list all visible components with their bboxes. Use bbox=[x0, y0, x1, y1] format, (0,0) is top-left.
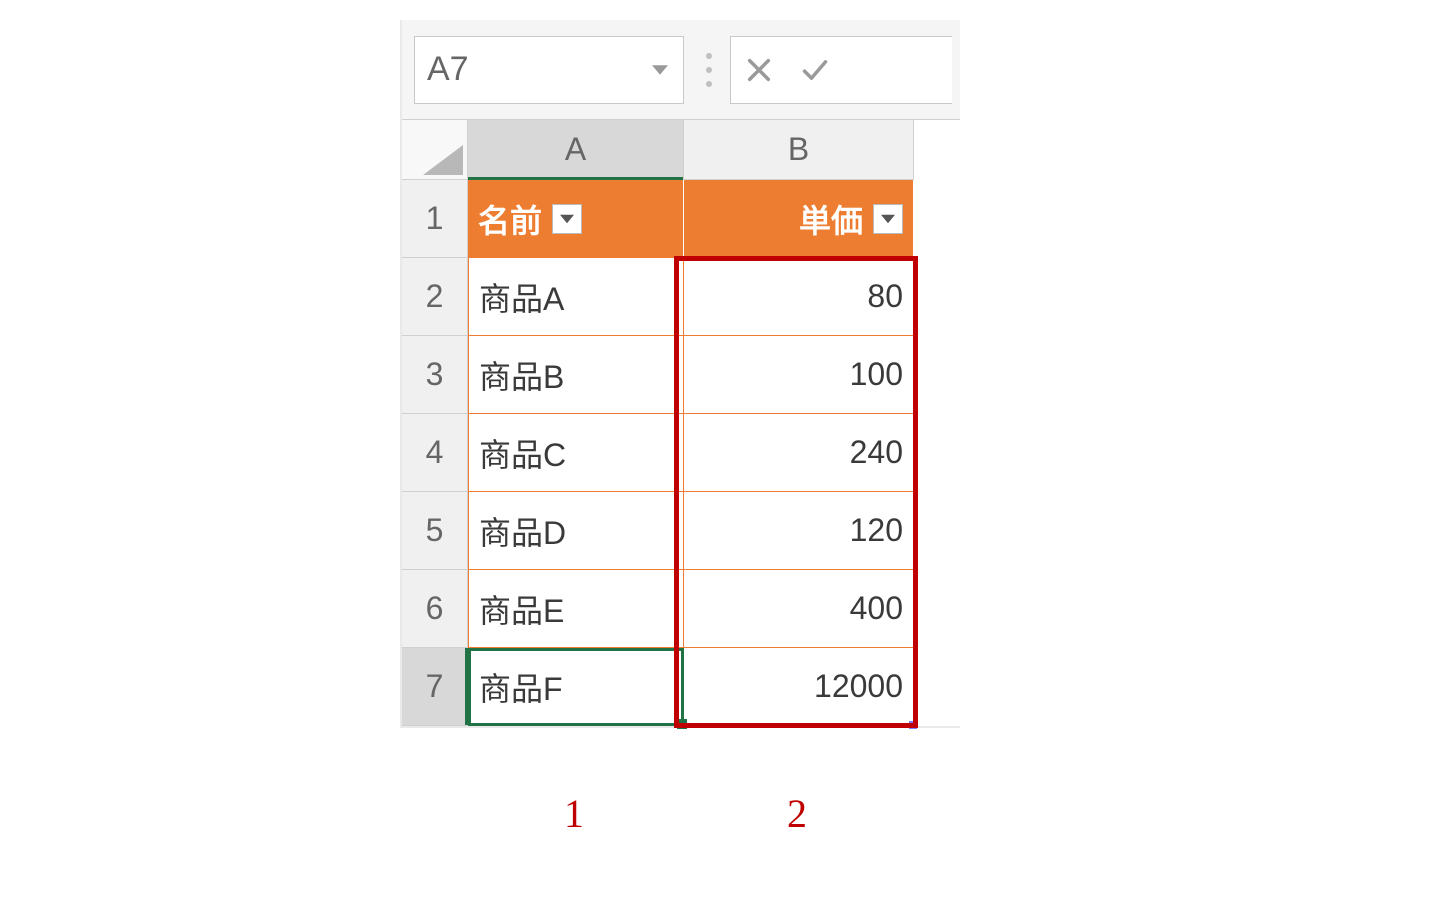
annotation-number-1: 1 bbox=[466, 790, 682, 837]
cell-A3[interactable]: 商品B bbox=[468, 336, 684, 414]
chevron-down-icon[interactable] bbox=[637, 62, 683, 78]
cell-A5[interactable]: 商品D bbox=[468, 492, 684, 570]
row-header-7[interactable]: 7 bbox=[402, 648, 468, 726]
filter-dropdown-icon[interactable] bbox=[873, 204, 903, 234]
cell-A2[interactable]: 商品A bbox=[468, 258, 684, 336]
cell-B6[interactable]: 400 bbox=[684, 570, 914, 648]
cancel-formula-button[interactable] bbox=[731, 36, 787, 104]
formula-bar-grip bbox=[706, 53, 712, 87]
row-header-6[interactable]: 6 bbox=[402, 570, 468, 648]
cell-A4[interactable]: 商品C bbox=[468, 414, 684, 492]
cell-B2[interactable]: 80 bbox=[684, 258, 914, 336]
annotation-number-2: 2 bbox=[682, 790, 912, 837]
name-box-value: A7 bbox=[415, 50, 637, 89]
cell-A7[interactable]: 商品F bbox=[468, 648, 684, 726]
table-header-name-label: 名前 bbox=[478, 196, 542, 242]
column-header-B[interactable]: B bbox=[684, 120, 914, 180]
filter-dropdown-icon[interactable] bbox=[552, 204, 582, 234]
table-header-price[interactable]: 単価 bbox=[684, 180, 914, 258]
table-header-name[interactable]: 名前 bbox=[468, 180, 684, 258]
enter-formula-button[interactable] bbox=[787, 36, 843, 104]
select-all-button[interactable] bbox=[402, 120, 468, 180]
column-header-A[interactable]: A bbox=[468, 120, 684, 180]
row-header-2[interactable]: 2 bbox=[402, 258, 468, 336]
table-header-price-label: 単価 bbox=[799, 196, 863, 242]
row-header-3[interactable]: 3 bbox=[402, 336, 468, 414]
spreadsheet-grid[interactable]: A B 1 名前 単価 bbox=[402, 120, 960, 726]
name-box[interactable]: A7 bbox=[414, 36, 684, 104]
cell-B4[interactable]: 240 bbox=[684, 414, 914, 492]
row-header-5[interactable]: 5 bbox=[402, 492, 468, 570]
cell-A6[interactable]: 商品E bbox=[468, 570, 684, 648]
cell-B5[interactable]: 120 bbox=[684, 492, 914, 570]
formula-bar: A7 bbox=[402, 20, 960, 120]
row-header-4[interactable]: 4 bbox=[402, 414, 468, 492]
formula-bar-buttons bbox=[730, 36, 952, 104]
cell-B7[interactable]: 12000 bbox=[684, 648, 914, 726]
cell-B3[interactable]: 100 bbox=[684, 336, 914, 414]
row-header-1[interactable]: 1 bbox=[402, 180, 468, 258]
